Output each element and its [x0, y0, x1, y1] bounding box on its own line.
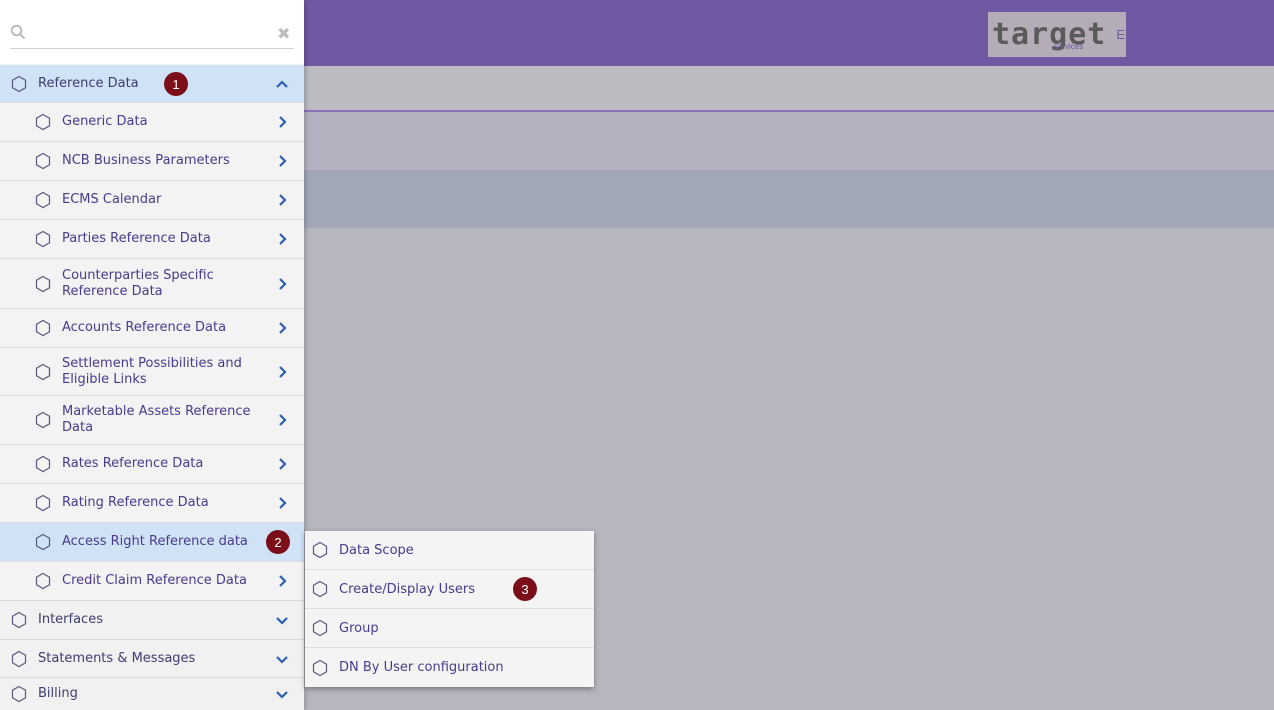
chevron-right-icon[interactable] — [274, 320, 290, 336]
hexagon-icon — [35, 533, 51, 551]
menu-item-label: Rates Reference Data — [62, 456, 204, 471]
chevron-down-icon[interactable] — [274, 612, 290, 628]
submenu-item-label: Group — [339, 620, 379, 636]
chevron-down-icon[interactable] — [274, 651, 290, 667]
hexagon-icon — [35, 494, 51, 512]
menu-item-label: Access Right Reference data — [62, 534, 248, 549]
menu-item-credit-claim-reference-data[interactable]: Credit Claim Reference Data — [0, 562, 304, 601]
hexagon-icon — [35, 230, 51, 248]
search-input[interactable] — [34, 20, 268, 46]
chevron-right-icon[interactable] — [274, 153, 290, 169]
menu-item-label: Counterparties Specific Reference Data — [62, 267, 214, 299]
menu-item-label: Marketable Assets Reference Data — [62, 404, 251, 435]
hexagon-icon — [35, 152, 51, 170]
menu-item-counterparties-specific-reference-data[interactable]: Counterparties Specific Reference Data — [0, 259, 304, 309]
hexagon-icon — [35, 191, 51, 209]
menu-item-generic-data[interactable]: Generic Data — [0, 103, 304, 142]
menu-item-reference-data[interactable]: Reference Data 1 — [0, 65, 304, 103]
hexagon-icon — [35, 363, 51, 380]
hexagon-icon — [11, 650, 27, 667]
menu-item-label: Interfaces — [38, 612, 103, 627]
submenu-item-dn-by-user-configuration[interactable]: DN By User configuration — [305, 648, 594, 687]
menu-item-ecms-calendar[interactable]: ECMS Calendar — [0, 181, 304, 220]
menu-item-billing[interactable]: Billing — [0, 678, 304, 710]
chevron-right-icon[interactable] — [274, 573, 290, 589]
chevron-right-icon[interactable] — [274, 495, 290, 511]
menu-search: ✖ — [0, 0, 304, 64]
menu-item-access-right-reference-data[interactable]: Access Right Reference data 2 — [0, 523, 304, 562]
menu-item-label: ECMS Calendar — [62, 192, 162, 207]
hexagon-icon — [312, 659, 328, 676]
step-badge-2: 2 — [266, 530, 290, 554]
submenu-item-label: Data Scope — [339, 542, 414, 558]
submenu-item-data-scope[interactable]: Data Scope — [305, 531, 594, 570]
hexagon-icon — [11, 611, 27, 629]
navigation-sidebar: ✖ Reference Data 1 Generic Data NCB Busi… — [0, 0, 304, 710]
hexagon-icon — [35, 319, 51, 337]
menu-item-accounts-reference-data[interactable]: Accounts Reference Data — [0, 309, 304, 348]
menu-item-label: Statements & Messages — [38, 650, 196, 666]
chevron-right-icon[interactable] — [274, 456, 290, 472]
chevron-right-icon[interactable] — [274, 364, 290, 380]
hexagon-icon — [312, 541, 328, 559]
menu-item-interfaces[interactable]: Interfaces — [0, 601, 304, 640]
clear-icon[interactable]: ✖ — [277, 24, 290, 43]
menu-item-label: Rating Reference Data — [62, 495, 209, 510]
menu-item-label: NCB Business Parameters — [62, 153, 230, 168]
hexagon-icon — [312, 619, 328, 637]
menu-item-statements-messages[interactable]: Statements & Messages — [0, 640, 304, 678]
chevron-right-icon[interactable] — [274, 276, 290, 292]
menu-item-label: Credit Claim Reference Data — [62, 573, 247, 588]
target-ecms-logo: target services ECMS — [988, 12, 1154, 57]
submenu-item-label: Create/Display Users — [339, 581, 476, 597]
menu-item-marketable-assets-reference-data[interactable]: Marketable Assets Reference Data — [0, 396, 304, 445]
chevron-down-icon[interactable] — [274, 686, 290, 702]
hexagon-icon — [35, 275, 51, 292]
chevron-right-icon[interactable] — [274, 114, 290, 130]
chevron-right-icon[interactable] — [274, 192, 290, 208]
menu-item-label: Billing — [38, 686, 78, 701]
logo-subtext: services — [1054, 42, 1084, 51]
hexagon-icon — [35, 572, 51, 590]
menu-item-label: Generic Data — [62, 114, 148, 129]
submenu-item-group[interactable]: Group — [305, 609, 594, 648]
logo-text: target — [992, 16, 1107, 52]
menu-item-parties-reference-data[interactable]: Parties Reference Data — [0, 220, 304, 259]
hexagon-icon — [35, 411, 51, 429]
search-underline — [10, 48, 294, 49]
menu-item-ncb-business-parameters[interactable]: NCB Business Parameters — [0, 142, 304, 181]
hexagon-icon — [312, 580, 328, 598]
menu-item-rating-reference-data[interactable]: Rating Reference Data — [0, 484, 304, 523]
step-badge-1: 1 — [164, 72, 188, 96]
search-icon — [10, 24, 25, 39]
hexagon-icon — [35, 113, 51, 131]
logo-product: ECMS — [1116, 27, 1154, 42]
access-right-submenu: Data Scope Create/Display Users 3 Group … — [305, 531, 594, 687]
menu-item-label: Parties Reference Data — [62, 231, 211, 246]
hexagon-icon — [35, 455, 51, 473]
hexagon-icon — [11, 685, 27, 703]
menu-item-label: Accounts Reference Data — [62, 320, 227, 335]
menu-item-rates-reference-data[interactable]: Rates Reference Data — [0, 445, 304, 484]
step-badge-3: 3 — [513, 577, 537, 601]
chevron-right-icon[interactable] — [274, 231, 290, 247]
submenu-item-create-display-users[interactable]: Create/Display Users 3 — [305, 570, 594, 609]
menu-item-label: Reference Data — [38, 75, 139, 91]
submenu-item-label: DN By User configuration — [339, 660, 504, 675]
chevron-right-icon[interactable] — [274, 412, 290, 428]
chevron-up-icon[interactable] — [274, 76, 290, 92]
hexagon-icon — [11, 75, 27, 92]
menu-item-settlement-possibilities[interactable]: Settlement Possibilities and Eligible Li… — [0, 348, 304, 396]
menu-item-label: Settlement Possibilities and Eligible Li… — [62, 355, 242, 387]
